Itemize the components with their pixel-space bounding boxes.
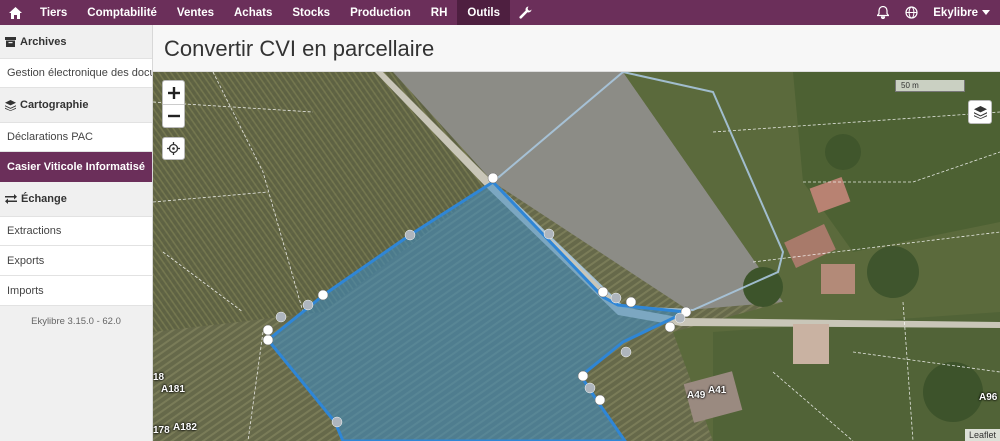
parcel-label: A181 bbox=[161, 384, 185, 395]
section-cartographie-title: Cartographie bbox=[20, 99, 89, 111]
zoom-out-button[interactable] bbox=[163, 104, 184, 127]
nav-achats[interactable]: Achats bbox=[224, 0, 282, 25]
sidebar-item-extractions[interactable]: Extractions bbox=[0, 216, 152, 246]
sidebar-item-ged[interactable]: Gestion électronique des documents bbox=[0, 58, 152, 88]
version-label: Ekylibre 3.15.0 - 62.0 bbox=[31, 316, 121, 327]
section-archives-title: Archives bbox=[20, 35, 67, 48]
nav-ventes[interactable]: Ventes bbox=[167, 0, 224, 25]
wrench-icon[interactable] bbox=[510, 0, 540, 25]
parcel-label: 178 bbox=[153, 425, 170, 436]
parcel-label: A41 bbox=[708, 385, 727, 396]
nav-stocks[interactable]: Stocks bbox=[282, 0, 340, 25]
nav-production[interactable]: Production bbox=[340, 0, 421, 25]
minus-icon bbox=[167, 114, 180, 118]
section-archives: Archives bbox=[0, 25, 152, 58]
map-scale: 50 m bbox=[895, 80, 965, 92]
section-echange-title: Échange bbox=[21, 193, 67, 205]
caret-down-icon bbox=[982, 10, 990, 15]
zoom-in-button[interactable] bbox=[163, 81, 184, 104]
nav-tiers[interactable]: Tiers bbox=[30, 0, 77, 25]
page-header: Convertir CVI en parcellaire bbox=[153, 25, 1000, 72]
sidebar-item-declarations-pac[interactable]: Déclarations PAC bbox=[0, 122, 152, 152]
layer-switcher-button[interactable] bbox=[968, 100, 992, 124]
layers-icon bbox=[973, 105, 987, 119]
plus-icon bbox=[167, 86, 180, 99]
map-attribution[interactable]: Leaflet bbox=[964, 429, 1000, 441]
sidebar: Archives Gestion électronique des docume… bbox=[0, 25, 153, 441]
home-icon[interactable] bbox=[0, 0, 30, 25]
exchange-icon bbox=[5, 194, 17, 204]
section-echange: Échange bbox=[0, 182, 152, 216]
crosshair-icon bbox=[167, 142, 180, 155]
sidebar-item-exports[interactable]: Exports bbox=[0, 246, 152, 276]
page-title: Convertir CVI en parcellaire bbox=[164, 36, 435, 61]
locate-button[interactable] bbox=[162, 137, 185, 160]
satellite-imagery bbox=[153, 72, 1000, 441]
parcel-label: A96 bbox=[979, 392, 998, 403]
parcel-label: A49 bbox=[687, 390, 706, 401]
nav-comptabilite[interactable]: Comptabilité bbox=[77, 0, 167, 25]
top-navigation: Tiers Comptabilité Ventes Achats Stocks … bbox=[0, 0, 1000, 25]
user-menu[interactable]: Ekylibre bbox=[925, 7, 1000, 19]
archive-icon bbox=[5, 36, 16, 47]
user-name: Ekylibre bbox=[933, 6, 978, 19]
sidebar-item-imports[interactable]: Imports bbox=[0, 276, 152, 306]
nav-rh[interactable]: RH bbox=[421, 0, 458, 25]
sidebar-item-cvi[interactable]: Casier Viticole Informatisé bbox=[0, 152, 152, 182]
section-cartographie: Cartographie bbox=[0, 88, 152, 122]
parcel-label: A182 bbox=[173, 422, 197, 433]
map-view[interactable]: A181 A182 A49 A41 A96 18 178 50 m Leafle… bbox=[153, 72, 1000, 441]
globe-icon[interactable] bbox=[897, 0, 925, 25]
parcel-label: 18 bbox=[153, 372, 165, 383]
layers-icon bbox=[5, 99, 16, 111]
zoom-control bbox=[162, 80, 185, 128]
bell-icon[interactable] bbox=[869, 0, 897, 25]
nav-outils[interactable]: Outils bbox=[457, 0, 510, 25]
